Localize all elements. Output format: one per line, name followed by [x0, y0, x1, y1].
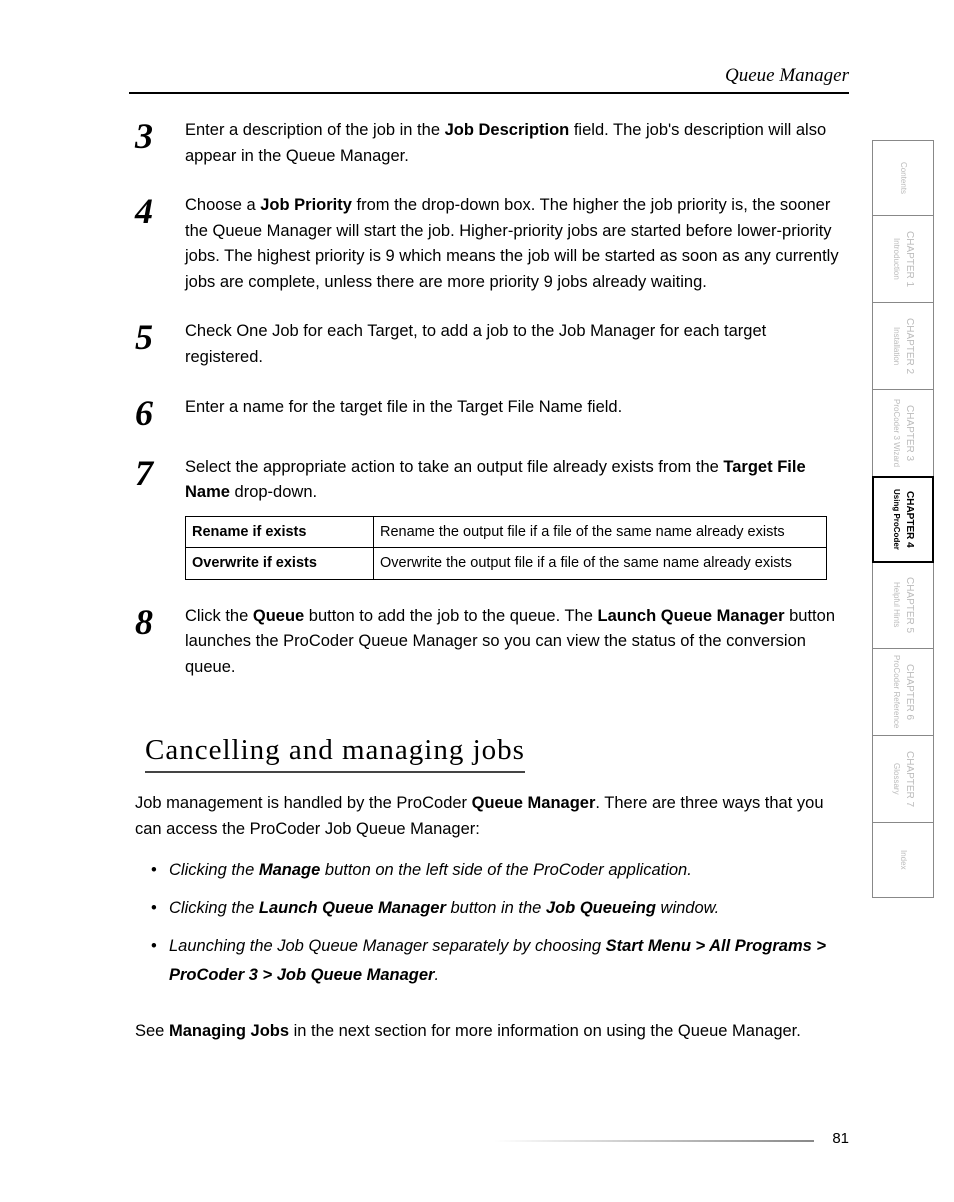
tab-subtitle: Glossary	[891, 763, 901, 795]
tab-subtitle: Helpful Hints	[891, 582, 901, 627]
chapter-tabs: ContentsCHAPTER 1IntroductionCHAPTER 2In…	[872, 140, 934, 898]
tab-chapter: CHAPTER 4	[903, 491, 915, 548]
chapter-tab[interactable]: Contents	[873, 141, 933, 216]
tab-chapter: CHAPTER 1	[903, 231, 915, 287]
tab-subtitle: Index	[898, 850, 908, 870]
step-4: 4Choose a Job Priority from the drop-dow…	[135, 193, 845, 295]
step-number: 4	[135, 193, 185, 229]
tab-subtitle: ProCoder Reference	[891, 655, 901, 728]
tab-subtitle: Contents	[898, 162, 908, 194]
chapter-tab[interactable]: CHAPTER 4Using ProCoder	[872, 476, 934, 563]
step-3: 3Enter a description of the job in the J…	[135, 118, 845, 169]
table-row: Rename if existsRename the output file i…	[186, 516, 827, 547]
chapter-tab[interactable]: CHAPTER 5Helpful Hints	[873, 562, 933, 649]
footer-rule	[494, 1140, 814, 1142]
list-item: Clicking the Manage button on the left s…	[169, 856, 845, 884]
tab-chapter: CHAPTER 7	[903, 751, 915, 807]
table-row: Overwrite if existsOverwrite the output …	[186, 548, 827, 579]
bullet-list: Clicking the Manage button on the left s…	[169, 856, 845, 988]
step-number: 3	[135, 118, 185, 154]
step-body: Check One Job for each Target, to add a …	[185, 319, 845, 370]
tab-chapter: CHAPTER 6	[903, 664, 915, 720]
tab-chapter: CHAPTER 3	[903, 405, 915, 461]
page-number: 81	[832, 1130, 849, 1147]
step-body: Enter a description of the job in the Jo…	[185, 118, 845, 169]
chapter-tab[interactable]: Index	[873, 823, 933, 898]
options-table: Rename if existsRename the output file i…	[185, 516, 827, 580]
chapter-tab[interactable]: CHAPTER 1Introduction	[873, 216, 933, 303]
step-5: 5Check One Job for each Target, to add a…	[135, 319, 845, 370]
intro-paragraph: Job management is handled by the ProCode…	[135, 791, 845, 842]
chapter-tab[interactable]: CHAPTER 6ProCoder Reference	[873, 649, 933, 736]
step-number: 8	[135, 604, 185, 640]
list-item: Launching the Job Queue Manager separate…	[169, 932, 845, 988]
tab-subtitle: Using ProCoder	[891, 489, 901, 550]
option-desc: Overwrite the output file if a file of t…	[374, 548, 827, 579]
page-content: 3Enter a description of the job in the J…	[135, 118, 845, 1058]
tab-subtitle: Introduction	[891, 238, 901, 280]
step-body: Click the Queue button to add the job to…	[185, 604, 845, 681]
chapter-tab[interactable]: CHAPTER 2Installation	[873, 303, 933, 390]
step-number: 5	[135, 319, 185, 355]
chapter-tab[interactable]: CHAPTER 7Glossary	[873, 736, 933, 823]
step-8: 8Click the Queue button to add the job t…	[135, 604, 845, 681]
header-rule	[129, 92, 849, 94]
option-desc: Rename the output file if a file of the …	[374, 516, 827, 547]
option-name: Rename if exists	[186, 516, 374, 547]
step-body: Enter a name for the target file in the …	[185, 395, 622, 421]
step-number: 7	[135, 455, 185, 491]
subsection-heading: Cancelling and managing jobs	[145, 734, 525, 773]
outro-paragraph: See Managing Jobs in the next section fo…	[135, 1019, 845, 1045]
step-7: 7Select the appropriate action to take a…	[135, 455, 845, 580]
chapter-tab[interactable]: CHAPTER 3ProCoder 3 Wizard	[873, 390, 933, 477]
tab-chapter: CHAPTER 5	[903, 577, 915, 633]
tab-chapter: CHAPTER 2	[903, 318, 915, 374]
option-name: Overwrite if exists	[186, 548, 374, 579]
step-body: Choose a Job Priority from the drop-down…	[185, 193, 845, 295]
step-number: 6	[135, 395, 185, 431]
step-body: Select the appropriate action to take an…	[185, 455, 845, 580]
list-item: Clicking the Launch Queue Manager button…	[169, 894, 845, 922]
tab-subtitle: ProCoder 3 Wizard	[891, 399, 901, 467]
section-header: Queue Manager	[725, 65, 849, 87]
step-6: 6Enter a name for the target file in the…	[135, 395, 845, 431]
tab-subtitle: Installation	[891, 327, 901, 365]
